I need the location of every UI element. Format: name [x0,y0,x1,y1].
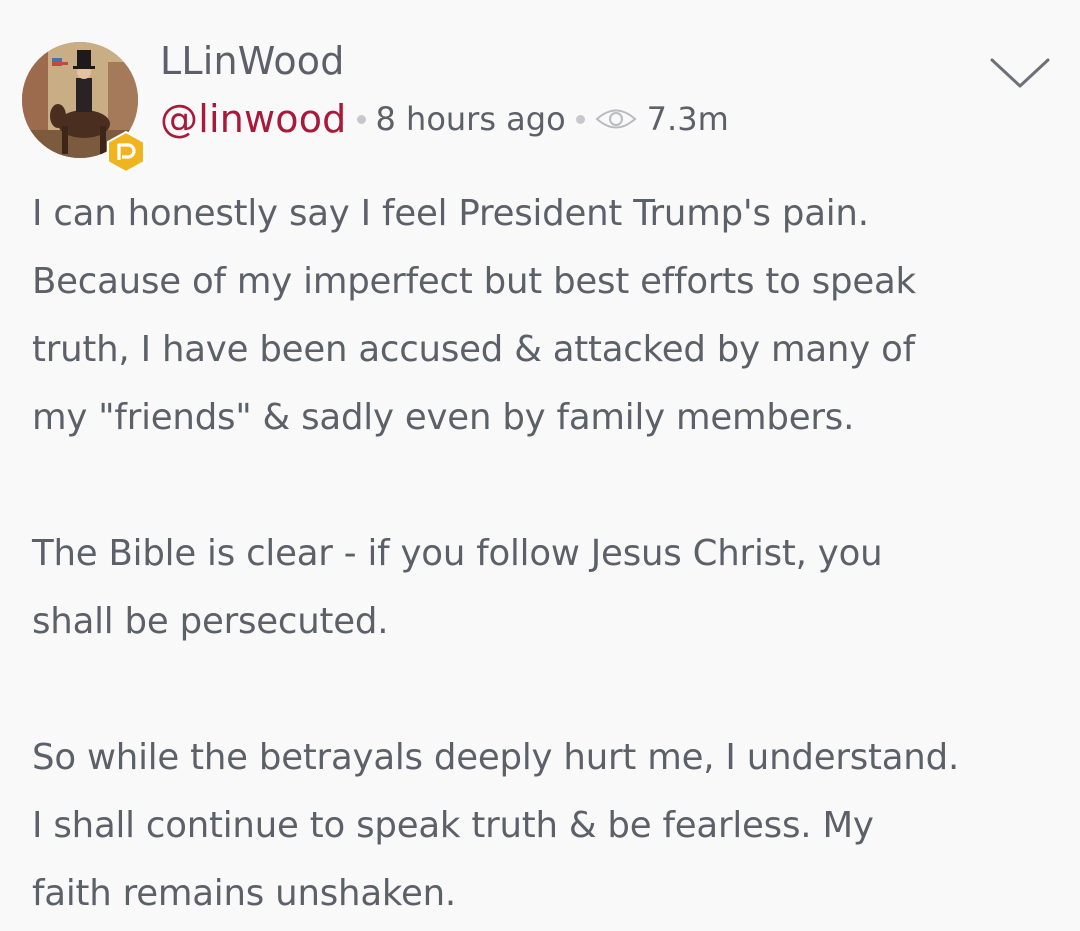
separator-dot [575,114,585,124]
eye-icon [595,106,637,132]
parler-p-badge-icon [104,130,148,174]
post-text-line: I can honestly say I feel President Trum… [32,193,869,234]
post-card: LLinWood @linwood 8 hours ago 7.3m I can… [0,0,1080,931]
avatar[interactable] [22,42,145,174]
post-text-line: shall be persecuted. [32,601,389,642]
post-timestamp: 8 hours ago [375,100,566,138]
display-name[interactable]: LLinWood [160,38,345,84]
post-meta: @linwood 8 hours ago 7.3m [160,96,729,142]
view-count: 7.3m [646,100,729,138]
post-body: I can honestly say I feel President Trum… [32,180,1052,928]
post-text-line: Because of my imperfect but best efforts… [32,261,916,302]
post-text-line: So while the betrayals deeply hurt me, I… [32,737,960,778]
separator-dot [356,114,366,124]
post-text-line: I shall continue to speak truth & be fea… [32,805,874,846]
user-handle[interactable]: @linwood [160,97,347,141]
post-text-line: faith remains unshaken. [32,873,457,914]
post-text-line: truth, I have been accused & attacked by… [32,329,915,370]
chevron-down-icon[interactable] [988,52,1052,92]
post-text-line: my "friends" & sadly even by family memb… [32,397,855,438]
post-text-line: The Bible is clear - if you follow Jesus… [32,533,883,574]
